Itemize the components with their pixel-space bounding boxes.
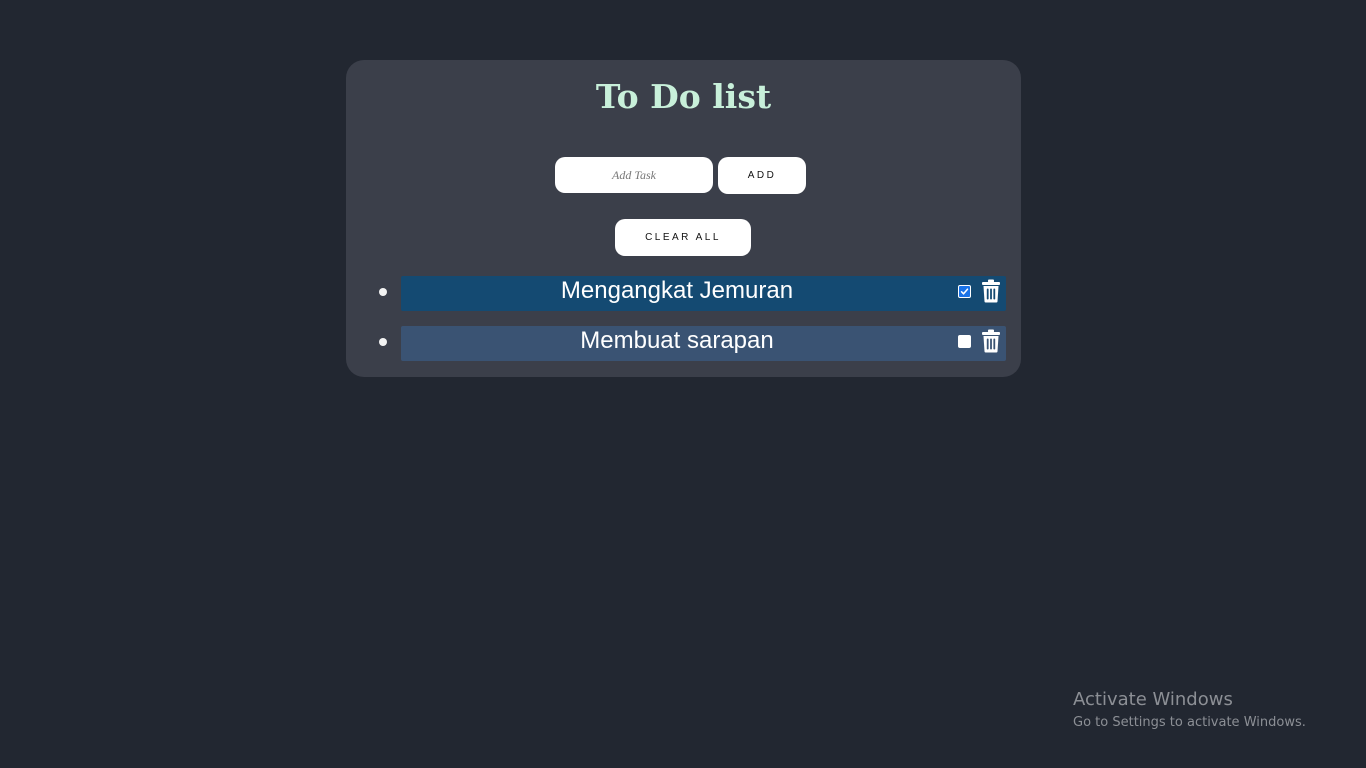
task-item: Membuat sarapan	[346, 326, 1021, 361]
todo-card: To Do list ADD CLEAR ALL Mengangkat Jemu…	[346, 60, 1021, 377]
clear-all-button[interactable]: CLEAR ALL	[615, 219, 751, 256]
task-bar: Mengangkat Jemuran	[401, 276, 1006, 311]
trash-icon[interactable]	[981, 279, 1001, 303]
add-task-input[interactable]	[555, 157, 713, 193]
trash-icon[interactable]	[981, 329, 1001, 353]
bullet-icon	[379, 288, 387, 296]
task-text: Mengangkat Jemuran	[560, 277, 794, 304]
add-button[interactable]: ADD	[718, 157, 806, 194]
checkmark-icon	[960, 288, 969, 295]
task-bar: Membuat sarapan	[401, 326, 1006, 361]
watermark-title: Activate Windows	[1073, 689, 1233, 710]
task-text: Membuat sarapan	[580, 327, 774, 354]
page-title: To Do list	[595, 77, 772, 116]
task-checkbox[interactable]	[958, 285, 971, 298]
activate-windows-watermark: Activate Windows Go to Settings to activ…	[1073, 689, 1306, 733]
watermark-subtitle: Go to Settings to activate Windows.	[1073, 715, 1306, 730]
task-checkbox[interactable]	[958, 335, 971, 348]
task-item: Mengangkat Jemuran	[346, 276, 1021, 311]
bullet-icon	[379, 338, 387, 346]
